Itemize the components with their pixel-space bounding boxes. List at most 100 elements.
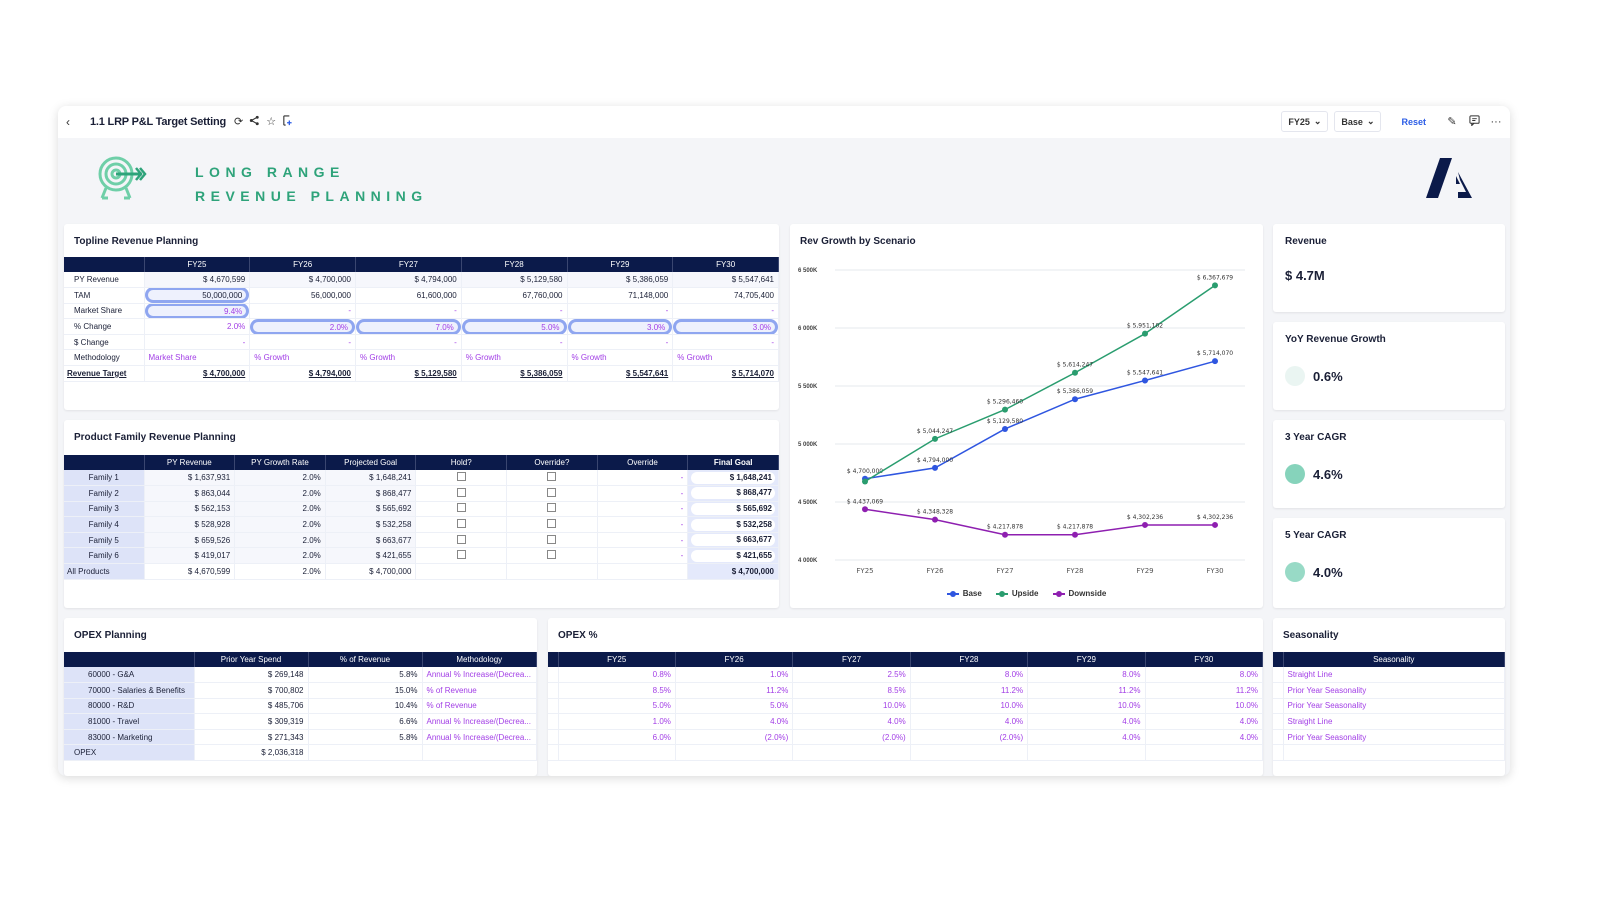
hold-checkbox[interactable] [456, 503, 466, 513]
pct-change-input-cell[interactable]: 5.0% [461, 318, 568, 335]
reset-button[interactable]: Reset [1401, 117, 1426, 127]
methodology-select[interactable]: % of Revenue [422, 682, 537, 699]
data-point-base[interactable] [1212, 358, 1218, 365]
opex-pct-input[interactable]: 4.0% [1027, 729, 1146, 746]
seasonality-select[interactable]: Straight Line [1283, 667, 1505, 684]
back-icon[interactable]: ‹ [66, 115, 86, 129]
pct-change-input[interactable]: 2.0% [252, 320, 353, 333]
data-point-upside[interactable] [862, 478, 868, 485]
override-checkbox[interactable] [547, 503, 557, 513]
pct-change-input-cell[interactable]: 2.0% [249, 318, 356, 335]
hold-checkbox[interactable] [456, 472, 466, 482]
opex-pct-input[interactable]: 10.0% [1145, 698, 1264, 715]
more-icon[interactable]: ··· [1488, 116, 1504, 128]
column-header[interactable]: FY29 [1027, 652, 1146, 667]
pct-change-input[interactable]: 5.0% [463, 320, 565, 333]
column-header[interactable]: FY27 [355, 257, 462, 272]
data-point-upside[interactable] [1072, 369, 1078, 376]
pct-change-input-cell[interactable]: 3.0% [567, 318, 674, 335]
opex-pct-input[interactable]: 10.0% [792, 698, 911, 715]
column-header[interactable]: FY30 [1145, 652, 1264, 667]
revenue-target-cell[interactable]: $ 4,794,000 [249, 365, 356, 382]
opex-pct-input[interactable]: 8.0% [910, 667, 1029, 684]
methodology-select[interactable]: % of Revenue [422, 698, 537, 715]
override-input[interactable]: - [597, 516, 689, 533]
opex-pct-input[interactable]: 2.5% [792, 667, 911, 684]
methodology-select[interactable]: % Growth [672, 349, 779, 367]
data-point-upside[interactable] [1002, 406, 1008, 413]
methodology-select[interactable]: % Growth [461, 349, 568, 367]
column-header[interactable]: Override? [506, 455, 598, 470]
revenue-target-cell[interactable]: $ 5,386,059 [461, 365, 568, 382]
revenue-target-cell[interactable]: $ 5,714,070 [672, 365, 779, 382]
override-checkbox[interactable] [547, 487, 557, 497]
opex-pct-input[interactable]: 11.2% [1027, 682, 1146, 699]
pct-change-input-cell[interactable]: 3.0% [672, 318, 779, 335]
column-header[interactable]: Final Goal [687, 455, 779, 470]
column-header[interactable]: FY25 [144, 257, 251, 272]
opex-pct-input[interactable]: 8.5% [792, 682, 911, 699]
opex-pct-input[interactable]: 11.2% [1145, 682, 1264, 699]
opex-pct-input[interactable]: 10.0% [910, 698, 1029, 715]
column-header[interactable]: Methodology [422, 652, 537, 667]
methodology-select[interactable]: Annual % Increase/(Decrea... [422, 667, 537, 684]
column-header[interactable]: FY26 [675, 652, 794, 667]
refresh-icon[interactable]: ⟳ [234, 115, 243, 129]
override-checkbox[interactable] [547, 534, 557, 544]
column-header[interactable]: % of Revenue [308, 652, 423, 667]
legend-item-upside[interactable]: Upside [995, 589, 1039, 598]
hold-checkbox[interactable] [456, 534, 466, 544]
pct-change-input[interactable]: 3.0% [569, 320, 671, 333]
data-point-base[interactable] [1002, 425, 1008, 432]
methodology-select[interactable]: Market Share [144, 349, 251, 367]
override-input[interactable]: - [597, 470, 689, 487]
pct-change-input[interactable]: 3.0% [675, 320, 776, 333]
opex-pct-input[interactable]: 11.2% [675, 682, 794, 699]
column-header[interactable]: FY29 [567, 257, 674, 272]
seasonality-select[interactable]: Prior Year Seasonality [1283, 682, 1505, 699]
hold-checkbox[interactable] [456, 519, 466, 529]
column-header[interactable]: Seasonality [1283, 652, 1505, 667]
hold-checkbox[interactable] [456, 550, 466, 560]
methodology-select[interactable]: % Growth [355, 349, 462, 367]
column-header[interactable]: PY Revenue [144, 455, 236, 470]
opex-pct-input[interactable]: 4.0% [1145, 713, 1264, 730]
methodology-select[interactable]: Annual % Increase/(Decrea... [422, 713, 537, 730]
seasonality-select[interactable]: Prior Year Seasonality [1283, 729, 1505, 746]
column-header[interactable]: Hold? [415, 455, 508, 470]
opex-pct-input[interactable]: 11.2% [910, 682, 1029, 699]
revenue-target-cell[interactable]: $ 5,547,641 [567, 365, 674, 382]
methodology-select[interactable]: % Growth [567, 349, 674, 367]
methodology-select[interactable]: Annual % Increase/(Decrea... [422, 729, 537, 746]
override-checkbox[interactable] [547, 519, 557, 529]
scenario-select[interactable]: Base ⌄ [1334, 111, 1382, 132]
data-point-downside[interactable] [1072, 531, 1078, 538]
edit-icon[interactable]: ✎ [1444, 115, 1460, 128]
data-point-upside[interactable] [1142, 330, 1148, 337]
override-input[interactable]: - [597, 501, 689, 518]
opex-pct-input[interactable]: 8.0% [1145, 667, 1264, 684]
legend-item-downside[interactable]: Downside [1052, 589, 1106, 598]
add-bookmark-icon[interactable] [282, 115, 293, 129]
pct-change-input[interactable]: 7.0% [358, 320, 459, 333]
revenue-target-cell[interactable]: $ 5,129,580 [355, 365, 462, 382]
data-point-downside[interactable] [1002, 531, 1008, 538]
data-point-base[interactable] [1142, 377, 1148, 384]
opex-pct-input[interactable]: 4.0% [675, 713, 794, 730]
data-point-downside[interactable] [1212, 521, 1218, 528]
row-label[interactable]: Revenue Target [64, 365, 145, 382]
opex-pct-input[interactable]: 6.0% [558, 729, 676, 746]
opex-pct-input[interactable]: (2.0%) [675, 729, 794, 746]
column-header[interactable]: FY28 [461, 257, 568, 272]
column-header[interactable]: FY28 [910, 652, 1029, 667]
data-point-upside[interactable] [1212, 282, 1218, 289]
column-header[interactable]: FY26 [249, 257, 356, 272]
column-header[interactable]: Override [597, 455, 689, 470]
data-point-downside[interactable] [1142, 521, 1148, 528]
column-header[interactable]: Prior Year Spend [194, 652, 309, 667]
market-share-input[interactable]: 9.4% [146, 304, 248, 317]
market-share-input-cell[interactable]: 9.4% [144, 303, 251, 320]
opex-pct-input[interactable]: 5.0% [558, 698, 676, 715]
override-input[interactable]: - [597, 485, 689, 502]
opex-pct-input[interactable]: (2.0%) [792, 729, 911, 746]
